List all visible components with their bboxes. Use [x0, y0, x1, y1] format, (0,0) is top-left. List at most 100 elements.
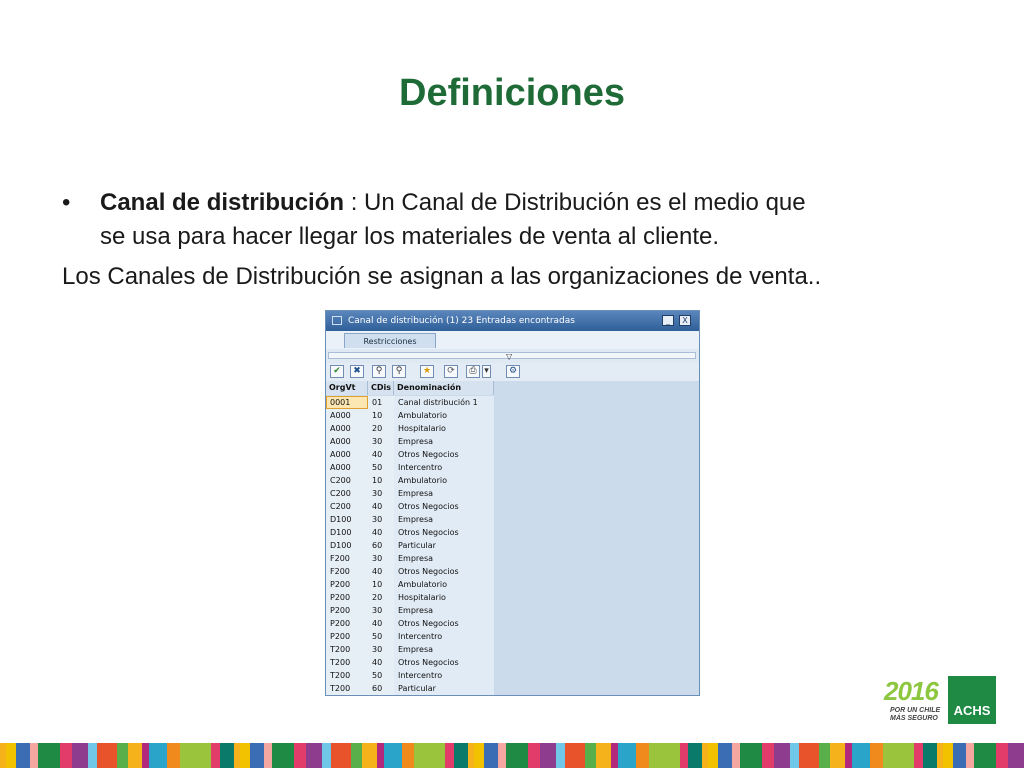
table-row[interactable]: P200 10 Ambulatorio	[326, 578, 494, 591]
cell-denominacion[interactable]: Otros Negocios	[394, 500, 494, 513]
cell-cdis[interactable]: 40	[368, 656, 394, 669]
settings-icon[interactable]: ⚙	[506, 365, 520, 378]
cell-orgvt[interactable]: F200	[326, 565, 368, 578]
cell-denominacion[interactable]: Otros Negocios	[394, 448, 494, 461]
cell-cdis[interactable]: 40	[368, 617, 394, 630]
cell-orgvt[interactable]: P200	[326, 578, 368, 591]
cell-denominacion[interactable]: Empresa	[394, 513, 494, 526]
cancel-icon[interactable]: ✖	[350, 365, 364, 378]
table-row[interactable]: P200 40 Otros Negocios	[326, 617, 494, 630]
cell-cdis[interactable]: 10	[368, 474, 394, 487]
cell-denominacion[interactable]: Ambulatorio	[394, 578, 494, 591]
cell-cdis[interactable]: 50	[368, 461, 394, 474]
cell-denominacion[interactable]: Particular	[394, 539, 494, 552]
cell-cdis[interactable]: 30	[368, 643, 394, 656]
cell-orgvt[interactable]: A000	[326, 422, 368, 435]
print-icon[interactable]: ⎙	[466, 365, 480, 378]
cell-denominacion[interactable]: Ambulatorio	[394, 474, 494, 487]
table-row[interactable]: 0001 01 Canal distribución 1	[326, 396, 494, 409]
cell-denominacion[interactable]: Intercentro	[394, 669, 494, 682]
cell-orgvt[interactable]: A000	[326, 409, 368, 422]
cell-cdis[interactable]: 50	[368, 669, 394, 682]
cell-orgvt[interactable]: C200	[326, 474, 368, 487]
cell-cdis[interactable]: 60	[368, 682, 394, 695]
cell-orgvt[interactable]: D100	[326, 513, 368, 526]
cell-denominacion[interactable]: Canal distribución 1	[394, 396, 494, 409]
check-icon[interactable]: ✔	[330, 365, 344, 378]
table-row[interactable]: T200 40 Otros Negocios	[326, 656, 494, 669]
cell-denominacion[interactable]: Hospitalario	[394, 422, 494, 435]
cell-denominacion[interactable]: Otros Negocios	[394, 617, 494, 630]
cell-cdis[interactable]: 20	[368, 591, 394, 604]
column-header-cdis[interactable]: CDis	[368, 381, 394, 395]
table-row[interactable]: C200 40 Otros Negocios	[326, 500, 494, 513]
cell-orgvt[interactable]: P200	[326, 591, 368, 604]
cell-orgvt[interactable]: D100	[326, 539, 368, 552]
column-header-orgvt[interactable]: OrgVt	[326, 381, 368, 395]
cell-orgvt[interactable]: T200	[326, 682, 368, 695]
window-titlebar[interactable]: Canal de distribución (1) 23 Entradas en…	[326, 311, 699, 331]
cell-cdis[interactable]: 30	[368, 513, 394, 526]
cell-orgvt[interactable]: P200	[326, 630, 368, 643]
table-row[interactable]: F200 30 Empresa	[326, 552, 494, 565]
new-search-icon[interactable]: ★	[420, 365, 434, 378]
cell-orgvt[interactable]: T200	[326, 643, 368, 656]
cell-denominacion[interactable]: Otros Negocios	[394, 526, 494, 539]
cell-denominacion[interactable]: Intercentro	[394, 630, 494, 643]
cell-orgvt[interactable]: A000	[326, 448, 368, 461]
cell-denominacion[interactable]: Intercentro	[394, 461, 494, 474]
cell-denominacion[interactable]: Empresa	[394, 643, 494, 656]
table-row[interactable]: P200 30 Empresa	[326, 604, 494, 617]
cell-denominacion[interactable]: Empresa	[394, 435, 494, 448]
table-row[interactable]: P200 20 Hospitalario	[326, 591, 494, 604]
cell-denominacion[interactable]: Empresa	[394, 604, 494, 617]
find-next-icon[interactable]: ⚲	[392, 365, 406, 378]
cell-orgvt[interactable]: A000	[326, 461, 368, 474]
close-button[interactable]: X	[679, 315, 691, 326]
cell-cdis[interactable]: 40	[368, 448, 394, 461]
cell-cdis[interactable]: 30	[368, 604, 394, 617]
cell-cdis[interactable]: 01	[368, 396, 394, 409]
cell-orgvt[interactable]: P200	[326, 604, 368, 617]
cell-denominacion[interactable]: Otros Negocios	[394, 565, 494, 578]
find-icon[interactable]: ⚲	[372, 365, 386, 378]
table-row[interactable]: T200 50 Intercentro	[326, 669, 494, 682]
cell-orgvt[interactable]: C200	[326, 500, 368, 513]
cell-orgvt[interactable]: T200	[326, 669, 368, 682]
cell-cdis[interactable]: 30	[368, 487, 394, 500]
table-row[interactable]: C200 30 Empresa	[326, 487, 494, 500]
table-row[interactable]: A000 40 Otros Negocios	[326, 448, 494, 461]
cell-orgvt[interactable]: P200	[326, 617, 368, 630]
cell-cdis[interactable]: 40	[368, 526, 394, 539]
column-header-denominacion[interactable]: Denominación	[394, 381, 494, 395]
table-row[interactable]: D100 40 Otros Negocios	[326, 526, 494, 539]
table-row[interactable]: T200 30 Empresa	[326, 643, 494, 656]
table-row[interactable]: A000 30 Empresa	[326, 435, 494, 448]
cell-cdis[interactable]: 40	[368, 565, 394, 578]
cell-cdis[interactable]: 10	[368, 578, 394, 591]
cell-denominacion[interactable]: Hospitalario	[394, 591, 494, 604]
cell-denominacion[interactable]: Empresa	[394, 487, 494, 500]
table-row[interactable]: A000 10 Ambulatorio	[326, 409, 494, 422]
cell-cdis[interactable]: 60	[368, 539, 394, 552]
cell-orgvt[interactable]: C200	[326, 487, 368, 500]
tab-restricciones[interactable]: Restricciones	[344, 333, 436, 348]
refresh-icon[interactable]: ⟳	[444, 365, 458, 378]
table-row[interactable]: F200 40 Otros Negocios	[326, 565, 494, 578]
minimize-button[interactable]: _	[662, 315, 674, 326]
cell-cdis[interactable]: 10	[368, 409, 394, 422]
collapse-arrow-icon[interactable]: ▽	[506, 352, 512, 362]
table-row[interactable]: P200 50 Intercentro	[326, 630, 494, 643]
cell-orgvt[interactable]: F200	[326, 552, 368, 565]
table-row[interactable]: C200 10 Ambulatorio	[326, 474, 494, 487]
cell-orgvt[interactable]: T200	[326, 656, 368, 669]
cell-cdis[interactable]: 30	[368, 435, 394, 448]
cell-cdis[interactable]: 30	[368, 552, 394, 565]
cell-cdis[interactable]: 20	[368, 422, 394, 435]
cell-denominacion[interactable]: Ambulatorio	[394, 409, 494, 422]
cell-denominacion[interactable]: Otros Negocios	[394, 656, 494, 669]
cell-cdis[interactable]: 50	[368, 630, 394, 643]
cell-denominacion[interactable]: Empresa	[394, 552, 494, 565]
table-row[interactable]: D100 30 Empresa	[326, 513, 494, 526]
cell-orgvt[interactable]: D100	[326, 526, 368, 539]
